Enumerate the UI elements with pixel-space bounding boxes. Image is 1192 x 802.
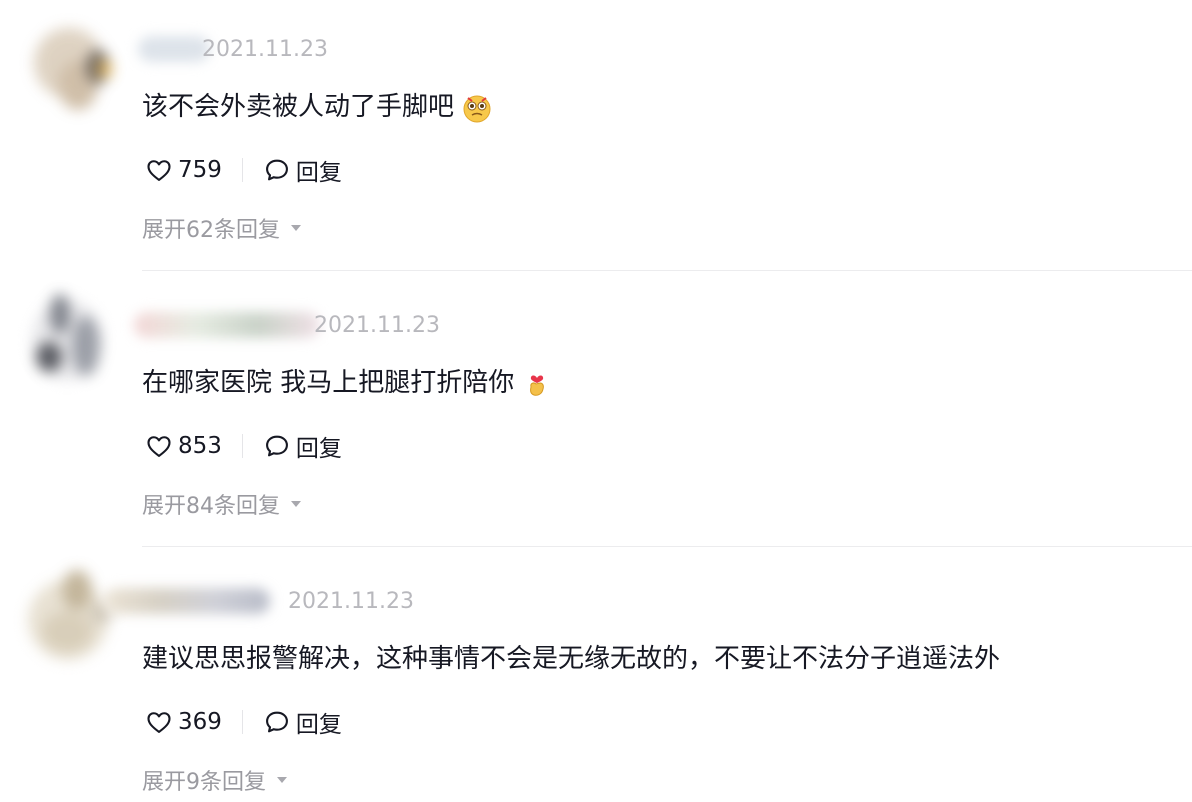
caret-down-icon (291, 225, 301, 231)
comment-actions: 853 回复 (145, 428, 342, 464)
reply-label: 回复 (295, 712, 342, 738)
comment-actions: 369 回复 (145, 704, 342, 740)
username-blurred[interactable] (104, 588, 270, 614)
avatar[interactable] (22, 10, 122, 120)
comment-text-content: 在哪家医院 我马上把腿打折陪你 (142, 368, 515, 398)
expand-replies-button[interactable]: 展开84条回复 (142, 488, 302, 520)
caret-down-icon (291, 501, 301, 507)
caret-down-icon (277, 777, 287, 783)
like-count: 369 (178, 709, 222, 735)
expand-replies-label: 展开62条回复 (142, 218, 280, 243)
comment-actions: 759 回复 (145, 152, 342, 188)
comment-text: 建议思思报警解决，这种事情不会是无缘无故的，不要让不法分子逍遥法外 (142, 638, 1000, 675)
comment-divider (142, 546, 1192, 547)
expand-replies-button[interactable]: 展开9条回复 (142, 764, 288, 796)
like-count: 759 (178, 157, 222, 183)
comment-divider (142, 270, 1192, 271)
username-blurred[interactable] (138, 36, 210, 62)
action-divider (241, 710, 243, 734)
crying-face-emoji (463, 95, 491, 122)
heart-outline-icon (147, 712, 171, 733)
heart-outline-icon (147, 160, 171, 181)
comment-text-content: 该不会外卖被人动了手脚吧 (142, 92, 455, 122)
comment-item: 2021.11.23 建议思思报警解决，这种事情不会是无缘无故的，不要让不法分子… (0, 552, 1192, 802)
comment-date: 2021.11.23 (288, 589, 414, 614)
action-divider (241, 434, 243, 458)
speech-bubble-icon (265, 711, 288, 733)
reply-label: 回复 (295, 160, 342, 186)
action-divider (241, 158, 243, 182)
avatar[interactable] (22, 562, 122, 672)
like-count: 853 (178, 433, 222, 459)
comment-date: 2021.11.23 (314, 313, 440, 338)
comment-text-content: 建议思思报警解决，这种事情不会是无缘无故的，不要让不法分子逍遥法外 (142, 644, 1001, 674)
comment-item: 2021.11.23 在哪家医院 我马上把腿打折陪你 853 回复 展开84条回… (0, 276, 1192, 548)
like-button[interactable]: 369 (145, 708, 222, 736)
reply-button[interactable]: 回复 (263, 153, 342, 187)
comment-date: 2021.11.23 (202, 37, 328, 62)
expand-replies-button[interactable]: 展开62条回复 (142, 212, 302, 244)
finger-heart-emoji (530, 374, 545, 396)
avatar[interactable] (22, 286, 122, 396)
expand-replies-label: 展开9条回复 (142, 770, 266, 795)
like-button[interactable]: 853 (145, 432, 222, 460)
speech-bubble-icon (265, 435, 288, 457)
comment-item: 2021.11.23 该不会外卖被人动了手脚吧 759 回复 展开62条回复 (0, 0, 1192, 272)
reply-button[interactable]: 回复 (263, 705, 342, 739)
speech-bubble-icon (265, 159, 288, 181)
like-button[interactable]: 759 (145, 156, 222, 184)
username-blurred[interactable] (134, 312, 320, 338)
comment-text: 在哪家医院 我马上把腿打折陪你 (142, 362, 552, 399)
expand-replies-label: 展开84条回复 (142, 494, 280, 519)
comment-text: 该不会外卖被人动了手脚吧 (142, 86, 492, 123)
reply-button[interactable]: 回复 (263, 429, 342, 463)
heart-outline-icon (147, 436, 171, 457)
reply-label: 回复 (295, 436, 342, 462)
